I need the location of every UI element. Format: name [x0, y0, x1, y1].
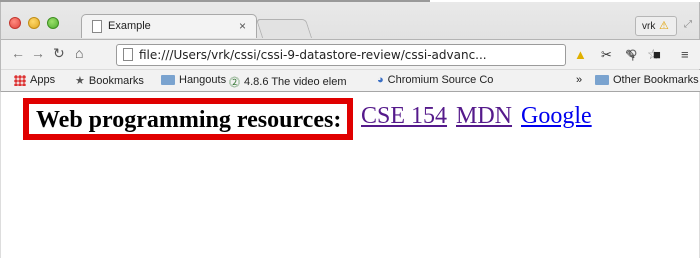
page-icon [123, 48, 133, 61]
bookmarks-bar: Apps ★ Bookmarks Hangouts ⓶ 4.8.6 The vi… [1, 70, 700, 92]
overflow-chevron-icon: » [576, 74, 583, 86]
browser-tab[interactable]: Example × [81, 14, 257, 38]
link-google[interactable]: Google [521, 103, 592, 130]
bookmark-label: Other Bookmarks [613, 74, 699, 86]
zoom-window-button[interactable] [47, 17, 59, 29]
bookmark-label: Apps [30, 74, 56, 86]
bookmark-label: 4.8.6 The video elem [244, 76, 347, 88]
bookmark-label: Chromium Source Co [387, 74, 494, 86]
browser-chrome: Example × vrk ⚠ ⤢ ← → ↻ ⌂ file:///Users/… [0, 2, 700, 92]
star-icon: ★ [75, 75, 85, 87]
page-content: Web programming resources: CSE 154 MDN G… [0, 92, 700, 258]
warning-icon[interactable]: ⚠ [659, 19, 669, 32]
bookmarks-overflow-button[interactable]: » [576, 74, 582, 86]
bookmark-video-element[interactable]: ⓶ 4.8.6 The video elem [229, 74, 347, 90]
window-controls [9, 17, 59, 29]
fullscreen-icon[interactable]: ⤢ [684, 19, 692, 30]
folder-icon [595, 75, 609, 85]
close-window-button[interactable] [9, 17, 21, 29]
hamburger-menu-icon[interactable]: ≡ [681, 47, 689, 62]
forward-arrow-icon[interactable]: → [31, 45, 45, 61]
toolbar: ← → ↻ ⌂ file:///Users/vrk/cssi/cssi-9-da… [1, 39, 700, 69]
heading-box: Web programming resources: [23, 98, 353, 140]
bookmark-chromium-source[interactable]: ◕ Chromium Source Co [377, 74, 493, 86]
url-text: file:///Users/vrk/cssi/cssi-9-datastore-… [139, 48, 487, 62]
bookmark-other-bookmarks[interactable]: Other Bookmarks [595, 74, 699, 86]
address-bar[interactable]: file:///Users/vrk/cssi/cssi-9-datastore-… [116, 44, 660, 66]
scissors-extension-icon[interactable]: ✂ [601, 47, 612, 63]
folder-icon [161, 75, 175, 85]
profile-name: vrk [642, 21, 656, 32]
page-heading: Web programming resources: [36, 107, 342, 133]
page-icon [92, 20, 102, 33]
comment-extension-icon[interactable]: ■ [653, 47, 661, 62]
link-mdn[interactable]: MDN [456, 103, 512, 130]
bookmark-label: Hangouts [179, 74, 227, 86]
minimize-window-button[interactable] [28, 17, 40, 29]
bookmark-label: Bookmarks [88, 74, 144, 87]
w3c-icon: ⓶ [229, 77, 240, 89]
chromium-icon: ◕ [377, 74, 384, 86]
apps-icon [14, 74, 26, 86]
tab-title: Example [108, 20, 151, 32]
back-arrow-icon[interactable]: ← [11, 45, 25, 61]
wrench-extension-icon[interactable]: ✎ [625, 47, 636, 63]
profile-button[interactable]: vrk [635, 16, 677, 36]
bookmark-hangouts[interactable]: Hangouts [161, 74, 226, 86]
close-tab-icon[interactable]: × [239, 19, 246, 33]
home-icon[interactable]: ⌂ [75, 45, 83, 61]
bookmark-bookmarks[interactable]: ★ Bookmarks [75, 74, 144, 88]
new-tab-button[interactable] [255, 19, 313, 38]
link-cse154[interactable]: CSE 154 [361, 103, 447, 130]
lock-extension-icon[interactable]: ▲ [574, 47, 587, 62]
bookmark-apps[interactable]: Apps [14, 74, 55, 86]
reload-icon[interactable]: ↻ [53, 45, 65, 62]
